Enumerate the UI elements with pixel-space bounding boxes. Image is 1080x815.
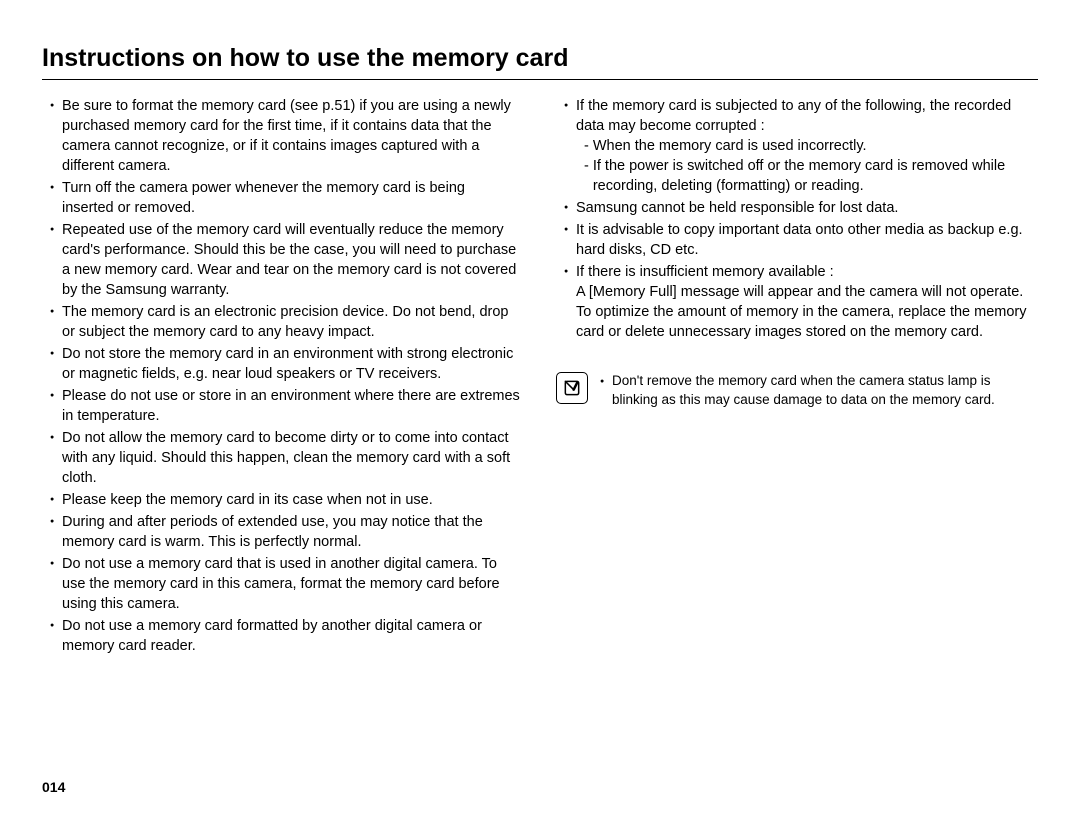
sub-list: -When the memory card is used incorrectl… [576,136,1034,196]
list-item-text: If there is insufficient memory availabl… [576,264,834,280]
body-columns: Be sure to format the memory card (see p… [42,96,1038,658]
list-item: Turn off the camera power whenever the m… [52,178,520,218]
sub-item-text: If the power is switched off or the memo… [593,156,1034,196]
list-item: Do not use a memory card that is used in… [52,554,520,614]
sub-item: -If the power is switched off or the mem… [584,156,1034,196]
list-item: Do not store the memory card in an envir… [52,344,520,384]
list-item: Do not allow the memory card to become d… [52,428,520,488]
note-text: Don't remove the memory card when the ca… [598,372,1034,411]
list-item: Samsung cannot be held responsible for l… [566,198,1034,218]
list-item: If there is insufficient memory availabl… [566,262,1034,342]
list-item: Please do not use or store in an environ… [52,386,520,426]
note-icon [556,372,588,404]
list-item: During and after periods of extended use… [52,512,520,552]
manual-page: Instructions on how to use the memory ca… [0,0,1080,815]
list-item: Repeated use of the memory card will eve… [52,220,520,300]
sub-item-text: When the memory card is used incorrectly… [593,136,867,156]
list-item: If the memory card is subjected to any o… [566,96,1034,196]
left-column: Be sure to format the memory card (see p… [42,96,520,658]
dash-icon: - [584,136,593,156]
list-item: Be sure to format the memory card (see p… [52,96,520,176]
list-item: Do not use a memory card formatted by an… [52,616,520,656]
dash-icon: - [584,156,593,196]
right-bullet-list: If the memory card is subjected to any o… [556,96,1034,342]
right-column: If the memory card is subjected to any o… [556,96,1034,658]
list-item: It is advisable to copy important data o… [566,220,1034,260]
list-item-text: If the memory card is subjected to any o… [576,98,1011,134]
sub-item: -When the memory card is used incorrectl… [584,136,1034,156]
note-bullet: Don't remove the memory card when the ca… [602,372,1034,409]
left-bullet-list: Be sure to format the memory card (see p… [42,96,520,656]
page-title: Instructions on how to use the memory ca… [42,44,1038,80]
list-item: Please keep the memory card in its case … [52,490,520,510]
list-item: The memory card is an electronic precisi… [52,302,520,342]
list-item-continuation: A [Memory Full] message will appear and … [576,284,1027,340]
page-number: 014 [42,779,65,795]
note-callout: Don't remove the memory card when the ca… [556,372,1034,411]
